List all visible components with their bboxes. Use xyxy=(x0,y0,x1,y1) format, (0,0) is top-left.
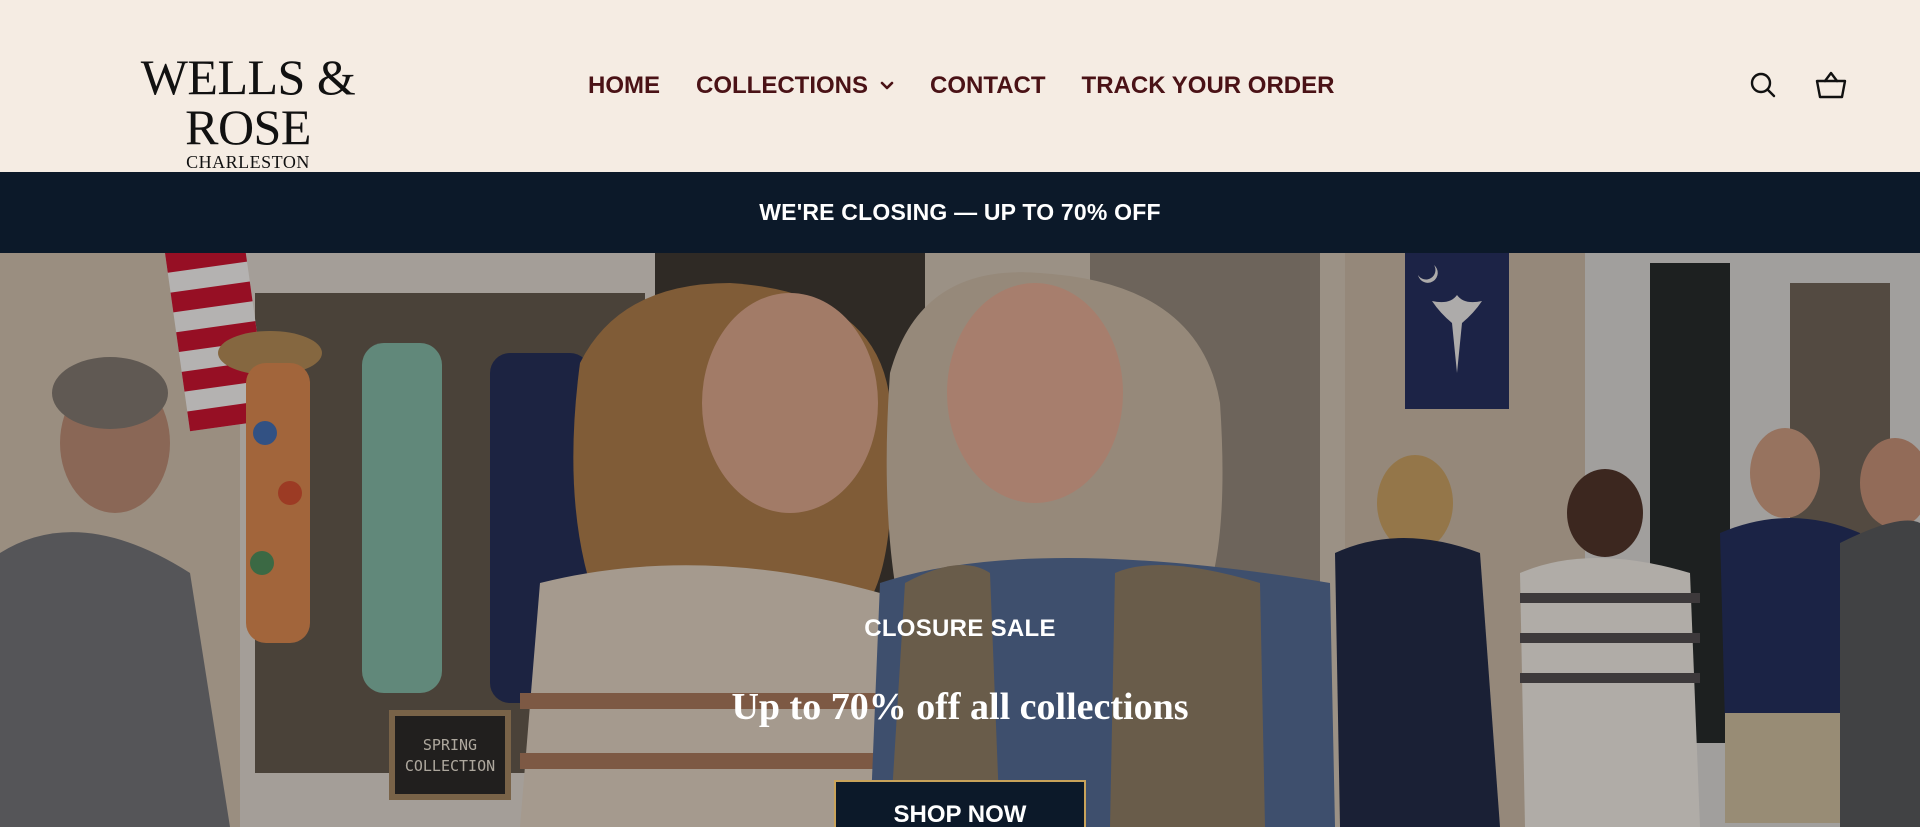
site-header: WELLS & ROSE CHARLESTON HOME COLLECTIONS… xyxy=(0,0,1920,172)
nav-item-home[interactable]: HOME xyxy=(588,72,660,100)
brand-logo[interactable]: WELLS & ROSE CHARLESTON xyxy=(72,52,424,172)
cart-button[interactable] xyxy=(1814,68,1848,102)
nav-item-label: TRACK YOUR ORDER xyxy=(1081,72,1335,99)
search-icon xyxy=(1750,72,1776,98)
nav-item-label: HOME xyxy=(588,72,660,99)
nav-item-track-order[interactable]: TRACK YOUR ORDER xyxy=(1082,72,1335,100)
shop-now-button[interactable]: SHOP NOW xyxy=(834,780,1086,827)
nav-item-label: COLLECTIONS xyxy=(696,72,868,99)
header-actions xyxy=(1746,68,1848,102)
hero-content: CLOSURE SALE Up to 70% off all collectio… xyxy=(0,253,1920,827)
main-nav: HOME COLLECTIONS CONTACT TRACK YOUR ORDE… xyxy=(588,70,1334,102)
nav-item-contact[interactable]: CONTACT xyxy=(930,72,1046,100)
cart-basket-icon xyxy=(1815,71,1847,99)
hero-banner: SPRING COLLECTION CLOSURE SALE Up to 70%… xyxy=(0,253,1920,827)
brand-location: CHARLESTON xyxy=(186,152,310,172)
nav-item-collections[interactable]: COLLECTIONS xyxy=(696,72,894,100)
hero-title: Up to 70% off all collections xyxy=(731,686,1189,728)
chevron-down-icon xyxy=(880,81,894,90)
nav-item-label: CONTACT xyxy=(930,72,1046,99)
brand-name: WELLS & ROSE xyxy=(140,49,356,155)
announcement-bar: WE'RE CLOSING — UP TO 70% OFF xyxy=(0,172,1920,253)
announcement-text: WE'RE CLOSING — UP TO 70% OFF xyxy=(759,199,1161,225)
hero-eyebrow: CLOSURE SALE xyxy=(864,615,1056,642)
search-button[interactable] xyxy=(1746,68,1780,102)
